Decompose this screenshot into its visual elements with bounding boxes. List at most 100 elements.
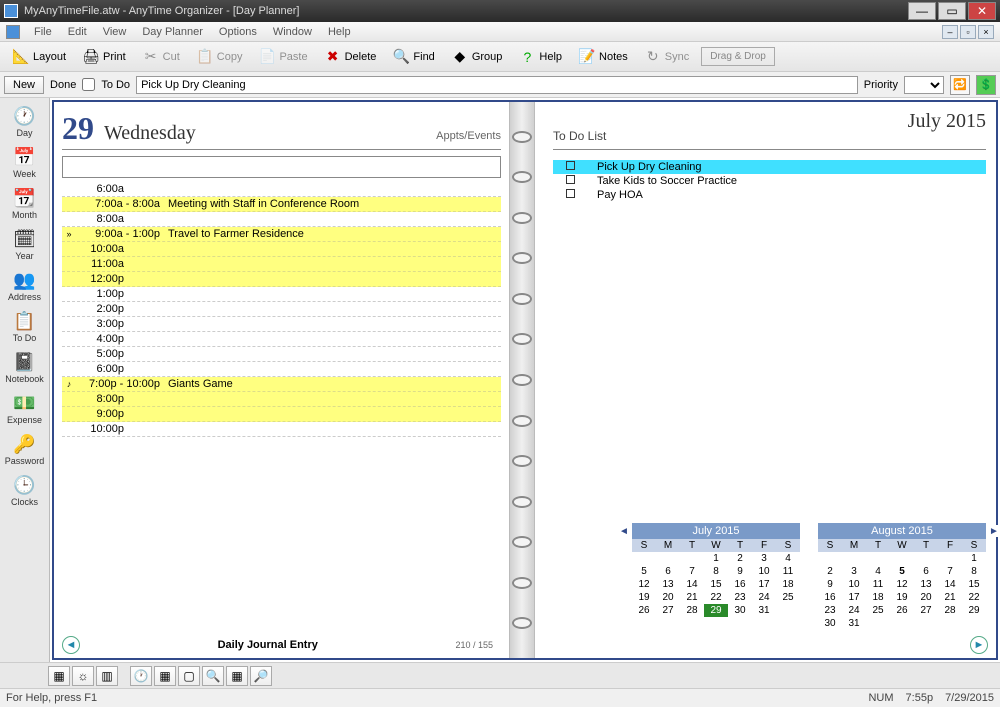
time-row[interactable]: 12:00p <box>62 272 501 287</box>
group-button[interactable]: ◆Group <box>444 45 510 69</box>
calendar-day[interactable]: 28 <box>680 604 704 617</box>
calendar-day[interactable]: 14 <box>938 578 962 591</box>
calendar-day[interactable]: 8 <box>962 565 986 578</box>
next-month-button[interactable]: ► <box>988 525 1000 537</box>
calendar-day[interactable]: 27 <box>656 604 680 617</box>
menu-edit[interactable]: Edit <box>60 24 95 40</box>
sidebar-item-password[interactable]: 🔑Password <box>3 430 47 471</box>
sidebar-item-month[interactable]: 📆Month <box>3 184 47 225</box>
calendar-day[interactable]: 22 <box>704 591 728 604</box>
notes-button[interactable]: 📝Notes <box>571 45 635 69</box>
calendar-day[interactable]: 30 <box>818 617 842 630</box>
view-btn-8[interactable]: ▦ <box>226 666 248 686</box>
time-row[interactable]: 6:00p <box>62 362 501 377</box>
view-btn-5[interactable]: ▦ <box>154 666 176 686</box>
calendar-day[interactable]: 21 <box>680 591 704 604</box>
sidebar-item-day[interactable]: 🕐Day <box>3 102 47 143</box>
calendar-day[interactable]: 15 <box>704 578 728 591</box>
time-row[interactable]: 10:00a <box>62 242 501 257</box>
time-row[interactable]: 3:00p <box>62 317 501 332</box>
menu-view[interactable]: View <box>95 24 135 40</box>
priority-select[interactable] <box>904 76 944 94</box>
mdi-close-button[interactable]: × <box>978 25 994 39</box>
menu-file[interactable]: File <box>26 24 60 40</box>
todo-item[interactable]: Pick Up Dry Cleaning <box>553 160 986 174</box>
calendar-day[interactable]: 21 <box>938 591 962 604</box>
calendar-day[interactable]: 18 <box>776 578 800 591</box>
time-row[interactable]: ♪ 7:00p - 10:00p Giants Game <box>62 377 501 392</box>
view-btn-1[interactable]: ▦ <box>48 666 70 686</box>
time-row[interactable]: 2:00p <box>62 302 501 317</box>
recur-icon[interactable]: 🔁 <box>950 75 970 95</box>
calendar-day[interactable]: 3 <box>842 565 866 578</box>
time-row[interactable]: 9:00p <box>62 407 501 422</box>
calendar-day[interactable]: 12 <box>632 578 656 591</box>
next-day-button[interactable]: ► <box>970 636 988 654</box>
calendar-day[interactable]: 3 <box>752 552 776 565</box>
time-row[interactable]: » 9:00a - 1:00p Travel to Farmer Residen… <box>62 227 501 242</box>
menu-window[interactable]: Window <box>265 24 320 40</box>
time-row[interactable]: 6:00a <box>62 182 501 197</box>
calendar-day[interactable]: 28 <box>938 604 962 617</box>
view-btn-7[interactable]: 🔍 <box>202 666 224 686</box>
entry-text-input[interactable] <box>136 76 858 94</box>
close-button[interactable]: ✕ <box>968 2 996 20</box>
calendar-day[interactable]: 31 <box>752 604 776 617</box>
calendar-day[interactable]: 5 <box>890 565 914 578</box>
calendar-day[interactable]: 16 <box>728 578 752 591</box>
calendar-day[interactable]: 26 <box>890 604 914 617</box>
day-header-input[interactable] <box>62 156 501 178</box>
time-row[interactable]: 10:00p <box>62 422 501 437</box>
sidebar-item-todo[interactable]: 📋To Do <box>3 307 47 348</box>
calendar-day[interactable]: 11 <box>866 578 890 591</box>
calendar-day[interactable]: 31 <box>842 617 866 630</box>
calendar-day[interactable]: 15 <box>962 578 986 591</box>
calendar-day[interactable]: 8 <box>704 565 728 578</box>
calendar-day[interactable]: 22 <box>962 591 986 604</box>
time-row[interactable]: 4:00p <box>62 332 501 347</box>
menu-help[interactable]: Help <box>320 24 359 40</box>
calendar-day[interactable]: 1 <box>704 552 728 565</box>
layout-button[interactable]: 📐Layout <box>5 45 73 69</box>
calendar-day[interactable]: 10 <box>752 565 776 578</box>
todo-item[interactable]: Take Kids to Soccer Practice <box>553 174 986 188</box>
calendar-day[interactable]: 1 <box>962 552 986 565</box>
calendar-day[interactable]: 2 <box>728 552 752 565</box>
money-icon[interactable]: 💲 <box>976 75 996 95</box>
calendar-day[interactable]: 16 <box>818 591 842 604</box>
calendar-day[interactable]: 14 <box>680 578 704 591</box>
view-btn-4[interactable]: 🕐 <box>130 666 152 686</box>
calendar-day[interactable]: 23 <box>818 604 842 617</box>
calendar-day[interactable]: 9 <box>728 565 752 578</box>
minimize-button[interactable]: — <box>908 2 936 20</box>
calendar-day[interactable]: 24 <box>842 604 866 617</box>
calendar-day[interactable]: 7 <box>938 565 962 578</box>
view-btn-6[interactable]: ▢ <box>178 666 200 686</box>
calendar-day[interactable]: 7 <box>680 565 704 578</box>
print-button[interactable]: 🖨Print <box>75 45 133 69</box>
menu-day-planner[interactable]: Day Planner <box>134 24 211 40</box>
calendar-day[interactable]: 17 <box>752 578 776 591</box>
calendar-day[interactable]: 23 <box>728 591 752 604</box>
view-btn-3[interactable]: ▥ <box>96 666 118 686</box>
menu-options[interactable]: Options <box>211 24 265 40</box>
sidebar-item-clocks[interactable]: 🕒Clocks <box>3 471 47 512</box>
calendar-day[interactable]: 12 <box>890 578 914 591</box>
sidebar-item-year[interactable]: 🗓Year <box>3 225 47 266</box>
calendar-day[interactable]: 19 <box>890 591 914 604</box>
todo-checkbox-icon[interactable] <box>557 161 583 173</box>
sidebar-item-address[interactable]: 👥Address <box>3 266 47 307</box>
todo-item[interactable]: Pay HOA <box>553 188 986 202</box>
calendar-day[interactable]: 6 <box>656 565 680 578</box>
calendar-day[interactable]: 6 <box>914 565 938 578</box>
calendar-day[interactable]: 4 <box>776 552 800 565</box>
dragdrop-zone[interactable]: Drag & Drop <box>701 47 775 66</box>
calendar-day[interactable]: 10 <box>842 578 866 591</box>
calendar-day[interactable]: 24 <box>752 591 776 604</box>
calendar-day[interactable]: 19 <box>632 591 656 604</box>
maximize-button[interactable]: ▭ <box>938 2 966 20</box>
new-button[interactable]: New <box>4 76 44 94</box>
calendar-day[interactable]: 25 <box>776 591 800 604</box>
mdi-minimize-button[interactable]: – <box>942 25 958 39</box>
time-row[interactable]: 7:00a - 8:00a Meeting with Staff in Conf… <box>62 197 501 212</box>
